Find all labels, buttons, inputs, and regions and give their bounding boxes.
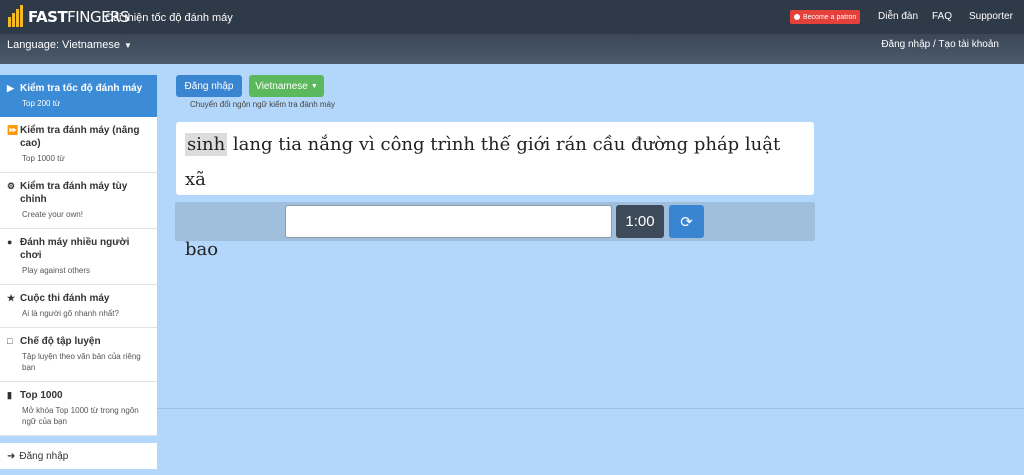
patreon-icon	[794, 14, 800, 20]
sidebar-item-practice[interactable]: □ Chế độ tập luyện Tập luyện theo văn bản…	[0, 328, 157, 382]
sidebar-item-title: Kiểm tra tốc độ đánh máy	[20, 83, 143, 94]
refresh-icon: ⟳	[680, 213, 693, 231]
sidebar-item-sub: Top 1000 từ	[22, 154, 65, 163]
word-line-1: sinh lang tia nắng vì công trình thế giớ…	[185, 127, 806, 197]
word-line-1-rest: lang tia nắng vì công trình thế giới rán…	[185, 134, 781, 190]
logo-bars-icon	[7, 5, 27, 29]
users-icon: ●	[7, 237, 13, 247]
sidebar-item-top1000[interactable]: ▮ Top 1000 Mở khóa Top 1000 từ trong ngôn…	[0, 382, 157, 436]
chevron-down-icon: ▼	[123, 40, 132, 50]
language-select-button[interactable]: Vietnamese ▼	[249, 75, 324, 97]
nav-faq-link[interactable]: FAQ	[932, 11, 952, 22]
divider	[157, 408, 1024, 409]
sidebar-item-title: Kiểm tra đánh máy (nâng cao)	[20, 125, 140, 149]
sidebar-item-sub: Play against others	[22, 266, 91, 275]
become-patron-button[interactable]: Become a patron	[790, 10, 861, 24]
sidebar-item-custom-test[interactable]: ⚙ Kiểm tra đánh máy tùy chỉnh Create your…	[0, 173, 157, 229]
sub-navbar: Language: Vietnamese ▼ Đăng nhập / Tạo t…	[0, 34, 1024, 64]
sidebar-item-title: Chế độ tập luyện	[20, 336, 101, 347]
caret-down-icon: ▼	[310, 82, 318, 90]
language-button-label: Vietnamese	[255, 80, 308, 92]
sidebar-login-label: Đăng nhập	[19, 450, 69, 462]
sidebar-item-sub: Mở khóa Top 1000 từ trong ngôn ngữ của b…	[22, 406, 139, 426]
input-row: 1:00 ⟳	[175, 202, 815, 241]
sign-in-icon: ➜	[7, 450, 16, 462]
patron-label: Become a patron	[803, 13, 857, 21]
sidebar-item-advanced-test[interactable]: ⏩ Kiểm tra đánh máy (nâng cao) Top 1000 t…	[0, 117, 157, 173]
language-dropdown[interactable]: Language: Vietnamese ▼	[7, 39, 132, 51]
typing-input[interactable]	[285, 205, 612, 238]
play-icon: ▶	[7, 83, 14, 93]
signal-icon: ▮	[7, 390, 12, 400]
gears-icon: ⚙	[7, 181, 16, 191]
sidebar-item-competition[interactable]: ★ Cuộc thi đánh máy Ai là người gõ nhanh …	[0, 285, 157, 328]
sidebar-login-link[interactable]: ➜ Đăng nhập	[0, 443, 157, 469]
trophy-icon: ★	[7, 293, 16, 303]
nav-forum-link[interactable]: Diễn đàn	[878, 11, 918, 22]
reload-button[interactable]: ⟳	[669, 205, 704, 238]
sidebar-item-title: Top 1000	[20, 390, 63, 401]
sidebar-item-speed-test[interactable]: ▶ Kiểm tra tốc độ đánh máy Top 200 từ	[0, 75, 157, 117]
language-switch-note: Chuyển đổi ngôn ngữ kiểm tra đánh máy	[190, 100, 335, 109]
fast-forward-icon: ⏩	[7, 125, 19, 135]
language-label: Language: Vietnamese	[7, 39, 120, 51]
sidebar-item-sub: Ai là người gõ nhanh nhất?	[22, 309, 119, 318]
sidebar-item-sub: Top 200 từ	[22, 99, 61, 108]
login-register-link[interactable]: Đăng nhập / Tạo tài khoản	[881, 39, 999, 50]
sidebar-item-title: Cuộc thi đánh máy	[20, 293, 110, 304]
current-word: sinh	[185, 133, 228, 156]
sidebar-item-sub: Tập luyện theo văn bản của riêng bạn	[22, 352, 141, 372]
timer: 1:00	[616, 205, 664, 238]
document-icon: □	[7, 336, 13, 346]
sidebar: ▶ Kiểm tra tốc độ đánh máy Top 200 từ ⏩ Ki…	[0, 75, 157, 436]
top-navbar: FASTFINGERS Cải thiện tốc độ đánh máy Be…	[0, 0, 1024, 34]
tagline: Cải thiện tốc độ đánh máy	[105, 12, 233, 24]
sidebar-item-sub: Create your own!	[22, 210, 83, 219]
nav-supporter-link[interactable]: Supporter	[969, 11, 1013, 22]
sidebar-item-title: Kiểm tra đánh máy tùy chỉnh	[20, 181, 128, 205]
sidebar-item-multiplayer[interactable]: ● Đánh máy nhiều người chơi Play against …	[0, 229, 157, 285]
word-display: sinh lang tia nắng vì công trình thế giớ…	[176, 122, 814, 260]
sidebar-item-title: Đánh máy nhiều người chơi	[20, 237, 130, 261]
login-button[interactable]: Đăng nhập	[176, 75, 242, 97]
